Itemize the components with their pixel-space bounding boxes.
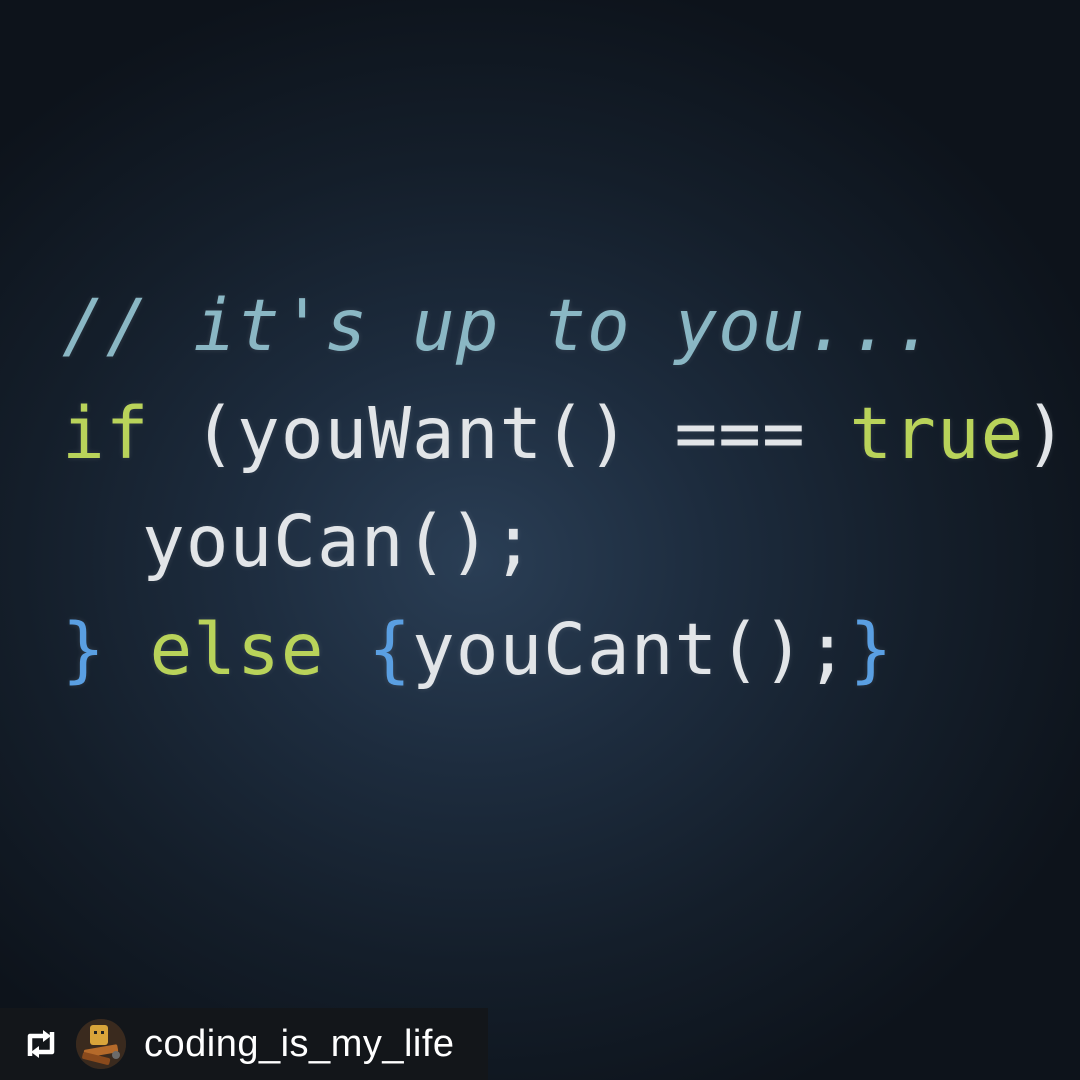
- code-line-comment: // it's up to you...: [62, 272, 1080, 380]
- code-snippet: // it's up to you... if (youWant() === tr…: [62, 272, 1080, 704]
- avatar[interactable]: [76, 1019, 126, 1069]
- repost-icon: [20, 1023, 62, 1065]
- condition-open: (youWant() ===: [149, 392, 850, 475]
- code-line-if: if (youWant() === true) {: [62, 380, 1080, 488]
- code-line-else: } else {youCant();}: [62, 596, 1080, 704]
- else-close-brace: }: [849, 608, 894, 691]
- youcant-call: youCant();: [411, 608, 850, 691]
- keyword-else: else: [105, 608, 369, 691]
- else-open-brace: {: [368, 608, 412, 691]
- youcan-call: youCan();: [142, 500, 536, 583]
- repost-attribution[interactable]: coding_is_my_life: [0, 1008, 488, 1080]
- code-line-youcan: youCan();: [62, 488, 1080, 596]
- condition-close: ): [1024, 392, 1069, 475]
- username[interactable]: coding_is_my_life: [144, 1023, 455, 1066]
- post-image: // it's up to you... if (youWant() === tr…: [0, 0, 1080, 1080]
- keyword-true: true: [849, 392, 1025, 475]
- if-close-brace: }: [62, 608, 106, 691]
- keyword-if: if: [62, 392, 150, 475]
- code-comment: // it's up to you...: [62, 284, 937, 367]
